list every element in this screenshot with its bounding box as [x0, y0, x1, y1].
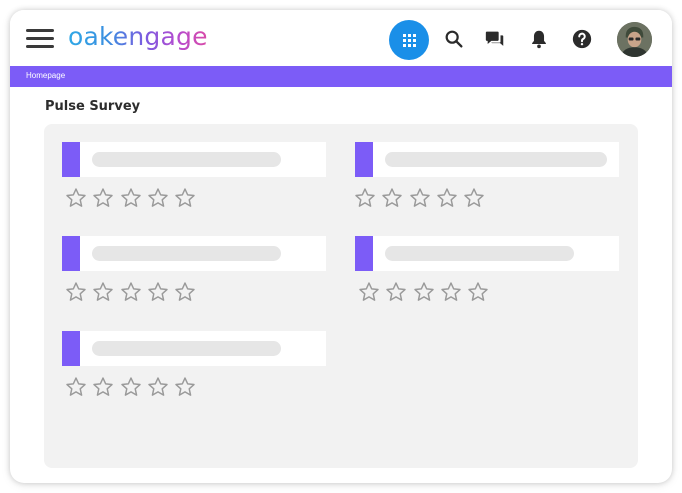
- star-icon[interactable]: [120, 281, 142, 303]
- star-icon[interactable]: [65, 376, 87, 398]
- bell-icon[interactable]: [528, 28, 550, 50]
- star-icon[interactable]: [354, 187, 376, 209]
- star-icon[interactable]: [381, 187, 403, 209]
- star-icon[interactable]: [436, 187, 458, 209]
- breadcrumb-home[interactable]: Homepage: [26, 70, 65, 82]
- star-rating-3: [65, 281, 201, 305]
- star-icon[interactable]: [385, 281, 407, 303]
- star-icon[interactable]: [174, 187, 196, 209]
- star-icon[interactable]: [413, 281, 435, 303]
- question-text-placeholder: [385, 152, 607, 167]
- survey-question-2: [355, 142, 619, 177]
- question-text-placeholder: [92, 246, 281, 261]
- star-rating-5: [65, 376, 201, 400]
- question-accent-bar: [355, 142, 373, 177]
- star-icon[interactable]: [120, 376, 142, 398]
- apps-button[interactable]: [389, 20, 429, 60]
- survey-panel: [44, 124, 638, 468]
- top-bar: oakengage: [10, 10, 672, 66]
- breadcrumb: Homepage: [10, 66, 672, 87]
- help-icon[interactable]: [571, 28, 593, 50]
- survey-question-4: [355, 236, 619, 271]
- question-accent-bar: [62, 331, 80, 366]
- survey-question-1: [62, 142, 326, 177]
- star-icon[interactable]: [467, 281, 489, 303]
- star-icon[interactable]: [92, 187, 114, 209]
- question-text-placeholder: [92, 341, 281, 356]
- question-accent-bar: [62, 142, 80, 177]
- question-accent-bar: [355, 236, 373, 271]
- page-title: Pulse Survey: [45, 99, 141, 114]
- star-icon[interactable]: [65, 281, 87, 303]
- avatar[interactable]: [617, 22, 652, 57]
- star-icon[interactable]: [174, 376, 196, 398]
- star-rating-1: [65, 187, 201, 211]
- star-icon[interactable]: [358, 281, 380, 303]
- logo[interactable]: oakengage: [68, 22, 208, 52]
- apps-grid-icon: [402, 33, 416, 47]
- survey-question-5: [62, 331, 326, 366]
- question-text-placeholder: [92, 152, 281, 167]
- star-icon[interactable]: [147, 187, 169, 209]
- question-accent-bar: [62, 236, 80, 271]
- menu-icon[interactable]: [26, 28, 54, 50]
- star-icon[interactable]: [147, 376, 169, 398]
- star-icon[interactable]: [174, 281, 196, 303]
- survey-question-3: [62, 236, 326, 271]
- star-icon[interactable]: [440, 281, 462, 303]
- app-window: oakengage Homepage Pulse Survey: [10, 10, 672, 483]
- star-icon[interactable]: [120, 187, 142, 209]
- star-icon[interactable]: [92, 281, 114, 303]
- star-icon[interactable]: [147, 281, 169, 303]
- star-icon[interactable]: [409, 187, 431, 209]
- star-icon[interactable]: [92, 376, 114, 398]
- search-icon[interactable]: [443, 28, 465, 50]
- star-icon[interactable]: [463, 187, 485, 209]
- star-rating-4: [358, 281, 494, 305]
- star-icon[interactable]: [65, 187, 87, 209]
- star-rating-2: [354, 187, 490, 211]
- question-text-placeholder: [385, 246, 574, 261]
- chat-icon[interactable]: [484, 28, 506, 50]
